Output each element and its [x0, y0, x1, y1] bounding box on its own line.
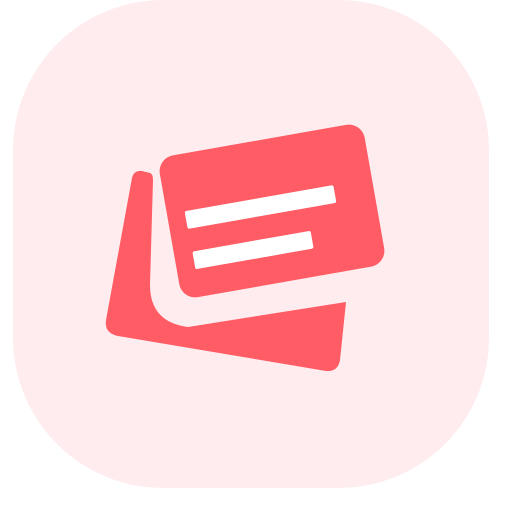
app-icon-stage: [0, 0, 512, 512]
flashcards-icon: [13, 0, 489, 488]
app-icon-tile[interactable]: [13, 0, 489, 488]
